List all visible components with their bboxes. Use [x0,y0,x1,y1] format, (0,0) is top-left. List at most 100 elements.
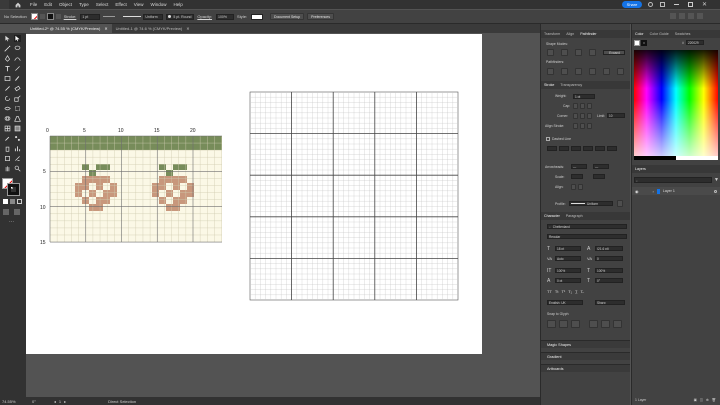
width-tool-icon[interactable] [4,105,11,112]
expand-arrow-icon[interactable]: › [653,189,654,194]
kerning-input[interactable]: Auto [555,256,581,261]
transform-icon[interactable] [679,13,685,19]
crop-icon[interactable] [589,68,596,75]
intersect-icon[interactable] [575,49,582,56]
color-fill-swatch[interactable] [634,40,640,46]
pencil-icon[interactable] [4,85,11,92]
dashed-line-checkbox[interactable] [546,137,550,141]
arrow-scale-end[interactable] [593,174,605,179]
eyedropper-icon[interactable] [4,135,11,142]
antialias-select[interactable]: Sharp [595,300,625,305]
magic-wand-icon[interactable] [4,45,11,52]
align-inside-icon[interactable] [580,123,585,129]
fill-dropdown-icon[interactable] [39,14,45,19]
scale-tool-icon[interactable] [14,95,21,102]
tab-pathfinder[interactable]: Pathfinder [577,32,599,36]
small-caps-icon[interactable]: Tt [555,289,559,295]
lasso-icon[interactable] [14,45,21,52]
column-graph-icon[interactable] [14,145,21,152]
flip-profile-icon[interactable] [617,200,623,207]
artboards-header[interactable]: Artboards [541,364,630,372]
stroke-weight-input[interactable]: 1 pt [573,94,595,99]
char-rotation-input[interactable]: 0° [595,278,623,283]
baseline-shift-input[interactable]: 0 pt [555,278,581,283]
screen-mode-icon[interactable] [14,209,20,215]
gap-1[interactable] [559,146,569,151]
color-mode-icon[interactable] [3,199,8,204]
eraser-icon[interactable] [14,85,21,92]
layer-row[interactable]: ◉ › Layer 1 [632,187,720,195]
tab-layers[interactable]: Layers [632,167,649,171]
arrowhead-end[interactable]: — [593,164,609,169]
snap-glyph-bounds-icon[interactable] [571,320,580,328]
draw-mode-icon[interactable] [3,209,9,215]
tab-swatches[interactable]: Swatches [672,32,694,36]
perspective-grid-icon[interactable] [14,115,21,122]
layers-search[interactable]: ⌕ [634,177,712,183]
horizontal-scale-input[interactable]: 100% [595,268,623,273]
slice-tool-icon[interactable] [14,155,21,162]
gradient-header[interactable]: Gradient [541,352,630,360]
projecting-cap-icon[interactable] [587,103,592,109]
gradient-mode-icon[interactable] [10,199,15,204]
font-style-select[interactable]: Regular [547,234,627,239]
tab-transparency[interactable]: Transparency [557,83,585,87]
artboard-prev-icon[interactable]: ◂ [54,399,56,404]
menu-help[interactable]: Help [173,2,182,7]
miter-limit-input[interactable]: 10 [607,113,625,118]
more-tools-icon[interactable]: ··· [9,219,14,225]
layers-footer-icons[interactable]: ▣ ◫ ⊕ 🗑 [694,398,717,402]
brush-definition[interactable]: 5 pt. Round [166,13,195,20]
tab-paragraph[interactable]: Paragraph [563,214,586,218]
layer-target-icon[interactable] [714,189,717,193]
curvature-tool-icon[interactable] [14,55,21,62]
none-mode-icon[interactable] [17,199,22,204]
arrowhead-start[interactable]: — [571,164,587,169]
tracking-input[interactable]: 0 [595,256,623,261]
document-setup-button[interactable]: Document Setup [270,13,305,20]
snap-xheight-icon[interactable] [559,320,568,328]
outline-icon[interactable] [603,68,610,75]
hex-input[interactable]: 220029 [686,40,704,45]
zoom-level[interactable]: 74.55% [2,399,20,404]
dash-1[interactable] [547,146,557,151]
gradient-tool-icon[interactable] [14,125,21,132]
gap-3[interactable] [607,146,617,151]
tab-transform[interactable]: Transform [541,32,563,36]
snap-baseline-icon[interactable] [547,320,556,328]
type-tool-icon[interactable] [4,65,11,72]
butt-cap-icon[interactable] [573,103,578,109]
menu-effect[interactable]: Effect [115,2,126,7]
minus-back-icon[interactable] [617,68,624,75]
artboard-tool-icon[interactable] [4,155,11,162]
artboard-next-icon[interactable]: ▸ [64,399,66,404]
menu-icon[interactable] [697,13,703,19]
stroke-dropdown-icon[interactable] [55,14,61,19]
visibility-eye-icon[interactable]: ◉ [635,189,639,194]
arrow-scale-start[interactable] [571,174,583,179]
font-size-input[interactable]: 18 pt [555,246,581,251]
tab-color-guide[interactable]: Color Guide [647,32,672,36]
pen-tool-icon[interactable] [4,55,11,62]
dash-2[interactable] [571,146,581,151]
stroke-profile-select[interactable]: Uniform [569,201,613,206]
dash-3[interactable] [595,146,605,151]
black-swatch[interactable] [634,156,676,160]
hand-tool-icon[interactable] [4,165,11,172]
tab-untitled-1[interactable]: Untitled-1 @ 74.6 % (CMYK/Preview) ✕ [112,24,194,33]
unite-icon[interactable] [547,49,554,56]
isolate-icon[interactable] [688,13,694,19]
share-button[interactable]: Share [622,1,642,8]
selection-tool-icon[interactable] [4,35,11,42]
maximize-icon[interactable] [688,2,693,7]
color-spectrum[interactable] [634,50,718,160]
home-icon[interactable] [13,0,22,9]
rotate-view[interactable]: 0° [32,399,36,404]
minus-front-icon[interactable] [561,49,568,56]
font-family-select[interactable]: ⌕ Cheltenland [547,224,627,229]
miter-join-icon[interactable] [573,113,578,119]
vertical-scale-input[interactable]: 100% [555,268,581,273]
underline-icon[interactable]: T̲ [575,289,577,295]
snap-anchor-icon[interactable] [613,320,622,328]
menu-file[interactable]: File [30,2,37,7]
